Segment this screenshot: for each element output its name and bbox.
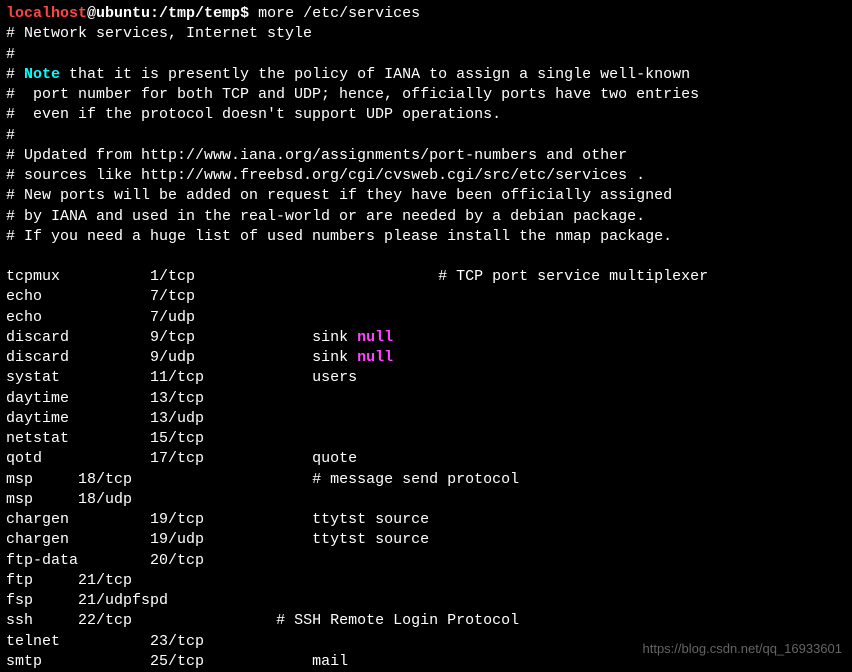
prompt-symbol: $: [240, 5, 258, 22]
service-alias: users: [312, 369, 357, 386]
service-row: echo 7/tcp: [6, 287, 846, 307]
service-alias: ttytst source: [312, 511, 429, 528]
file-header-line: # even if the protocol doesn't support U…: [6, 105, 846, 125]
service-port: 21/tcp: [78, 572, 240, 589]
service-port: 18/udp: [78, 491, 240, 508]
service-row: echo 7/udp: [6, 308, 846, 328]
service-port: 18/tcp: [78, 471, 240, 488]
service-row: daytime 13/udp: [6, 409, 846, 429]
service-port: 22/tcp: [78, 612, 240, 629]
service-name: netstat: [6, 430, 150, 447]
service-port: 1/tcp: [150, 268, 312, 285]
service-row: fsp 21/udpfspd: [6, 591, 846, 611]
service-port: 13/udp: [150, 410, 312, 427]
service-row: netstat 15/tcp: [6, 429, 846, 449]
file-header-line: # port number for both TCP and UDP; henc…: [6, 85, 846, 105]
file-header-line: #: [6, 45, 846, 65]
file-header-line: #: [6, 126, 846, 146]
service-row: chargen 19/udp ttytst source: [6, 530, 846, 550]
service-comment: # message send protocol: [312, 471, 519, 488]
service-name: msp: [6, 471, 78, 488]
service-port: 21/udp: [78, 592, 132, 609]
service-row: discard 9/udp sink null: [6, 348, 846, 368]
file-note-line: # Note that it is presently the policy o…: [6, 65, 846, 85]
service-keyword: null: [357, 349, 393, 366]
service-name: echo: [6, 288, 150, 305]
service-name: discard: [6, 329, 150, 346]
prompt-line[interactable]: localhost@ubuntu:/tmp/temp$ more /etc/se…: [6, 4, 846, 24]
file-header-line: # sources like http://www.freebsd.org/cg…: [6, 166, 846, 186]
service-port: 7/tcp: [150, 288, 312, 305]
services-list: tcpmux 1/tcp # TCP port service multiple…: [6, 267, 846, 672]
note-prefix: #: [6, 66, 24, 83]
service-name: ftp-data: [6, 552, 150, 569]
service-row: msp 18/tcp # message send protocol: [6, 470, 846, 490]
service-port: 9/tcp: [150, 329, 312, 346]
service-comment: # TCP port service multiplexer: [438, 268, 708, 285]
service-keyword: null: [357, 329, 393, 346]
file-header-line: # Updated from http://www.iana.org/assig…: [6, 146, 846, 166]
prompt-host: ubuntu: [96, 5, 150, 22]
service-name: tcpmux: [6, 268, 150, 285]
command-text: more /etc/services: [258, 5, 420, 22]
service-port: 17/tcp: [150, 450, 312, 467]
service-port: 15/tcp: [150, 430, 312, 447]
service-port: 13/tcp: [150, 390, 312, 407]
note-suffix: that it is presently the policy of IANA …: [60, 66, 690, 83]
service-row: systat 11/tcp users: [6, 368, 846, 388]
service-port: 19/tcp: [150, 511, 312, 528]
service-port: 19/udp: [150, 531, 312, 548]
service-port: 9/udp: [150, 349, 312, 366]
file-header-line: # If you need a huge list of used number…: [6, 227, 846, 247]
service-port: 11/tcp: [150, 369, 312, 386]
service-comment: # SSH Remote Login Protocol: [276, 612, 519, 629]
file-header-line: # by IANA and used in the real-world or …: [6, 207, 846, 227]
prompt-separator: @: [87, 5, 96, 22]
service-name: daytime: [6, 390, 150, 407]
service-port: 7/udp: [150, 309, 312, 326]
service-row: discard 9/tcp sink null: [6, 328, 846, 348]
blank-line: [6, 247, 846, 267]
file-header-line: # New ports will be added on request if …: [6, 186, 846, 206]
service-row: ftp-data 20/tcp: [6, 551, 846, 571]
service-name: qotd: [6, 450, 150, 467]
service-row: daytime 13/tcp: [6, 389, 846, 409]
service-alias: mail: [312, 653, 348, 670]
service-port: 23/tcp: [150, 633, 312, 650]
prompt-path: :/tmp/temp: [150, 5, 240, 22]
service-row: tcpmux 1/tcp # TCP port service multiple…: [6, 267, 846, 287]
service-name: ftp: [6, 572, 78, 589]
service-row: chargen 19/tcp ttytst source: [6, 510, 846, 530]
service-name: telnet: [6, 633, 150, 650]
service-alias: fspd: [132, 592, 168, 609]
service-port: 20/tcp: [150, 552, 312, 569]
service-alias: ttytst source: [312, 531, 429, 548]
service-alias: sink: [312, 329, 357, 346]
service-name: fsp: [6, 592, 78, 609]
service-alias: sink: [312, 349, 357, 366]
service-name: daytime: [6, 410, 150, 427]
service-alias: quote: [312, 450, 357, 467]
service-name: ssh: [6, 612, 78, 629]
prompt-user: localhost: [6, 5, 87, 22]
service-row: ftp 21/tcp: [6, 571, 846, 591]
service-row: ssh 22/tcp # SSH Remote Login Protocol: [6, 611, 846, 631]
service-name: systat: [6, 369, 150, 386]
service-name: smtp: [6, 653, 150, 670]
note-word: Note: [24, 66, 60, 83]
service-name: echo: [6, 309, 150, 326]
service-name: discard: [6, 349, 150, 366]
service-name: chargen: [6, 531, 150, 548]
service-row: msp 18/udp: [6, 490, 846, 510]
file-header-line: # Network services, Internet style: [6, 24, 846, 44]
service-port: 25/tcp: [150, 653, 312, 670]
watermark-text: https://blog.csdn.net/qq_16933601: [643, 640, 843, 658]
service-row: qotd 17/tcp quote: [6, 449, 846, 469]
service-name: chargen: [6, 511, 150, 528]
service-name: msp: [6, 491, 78, 508]
